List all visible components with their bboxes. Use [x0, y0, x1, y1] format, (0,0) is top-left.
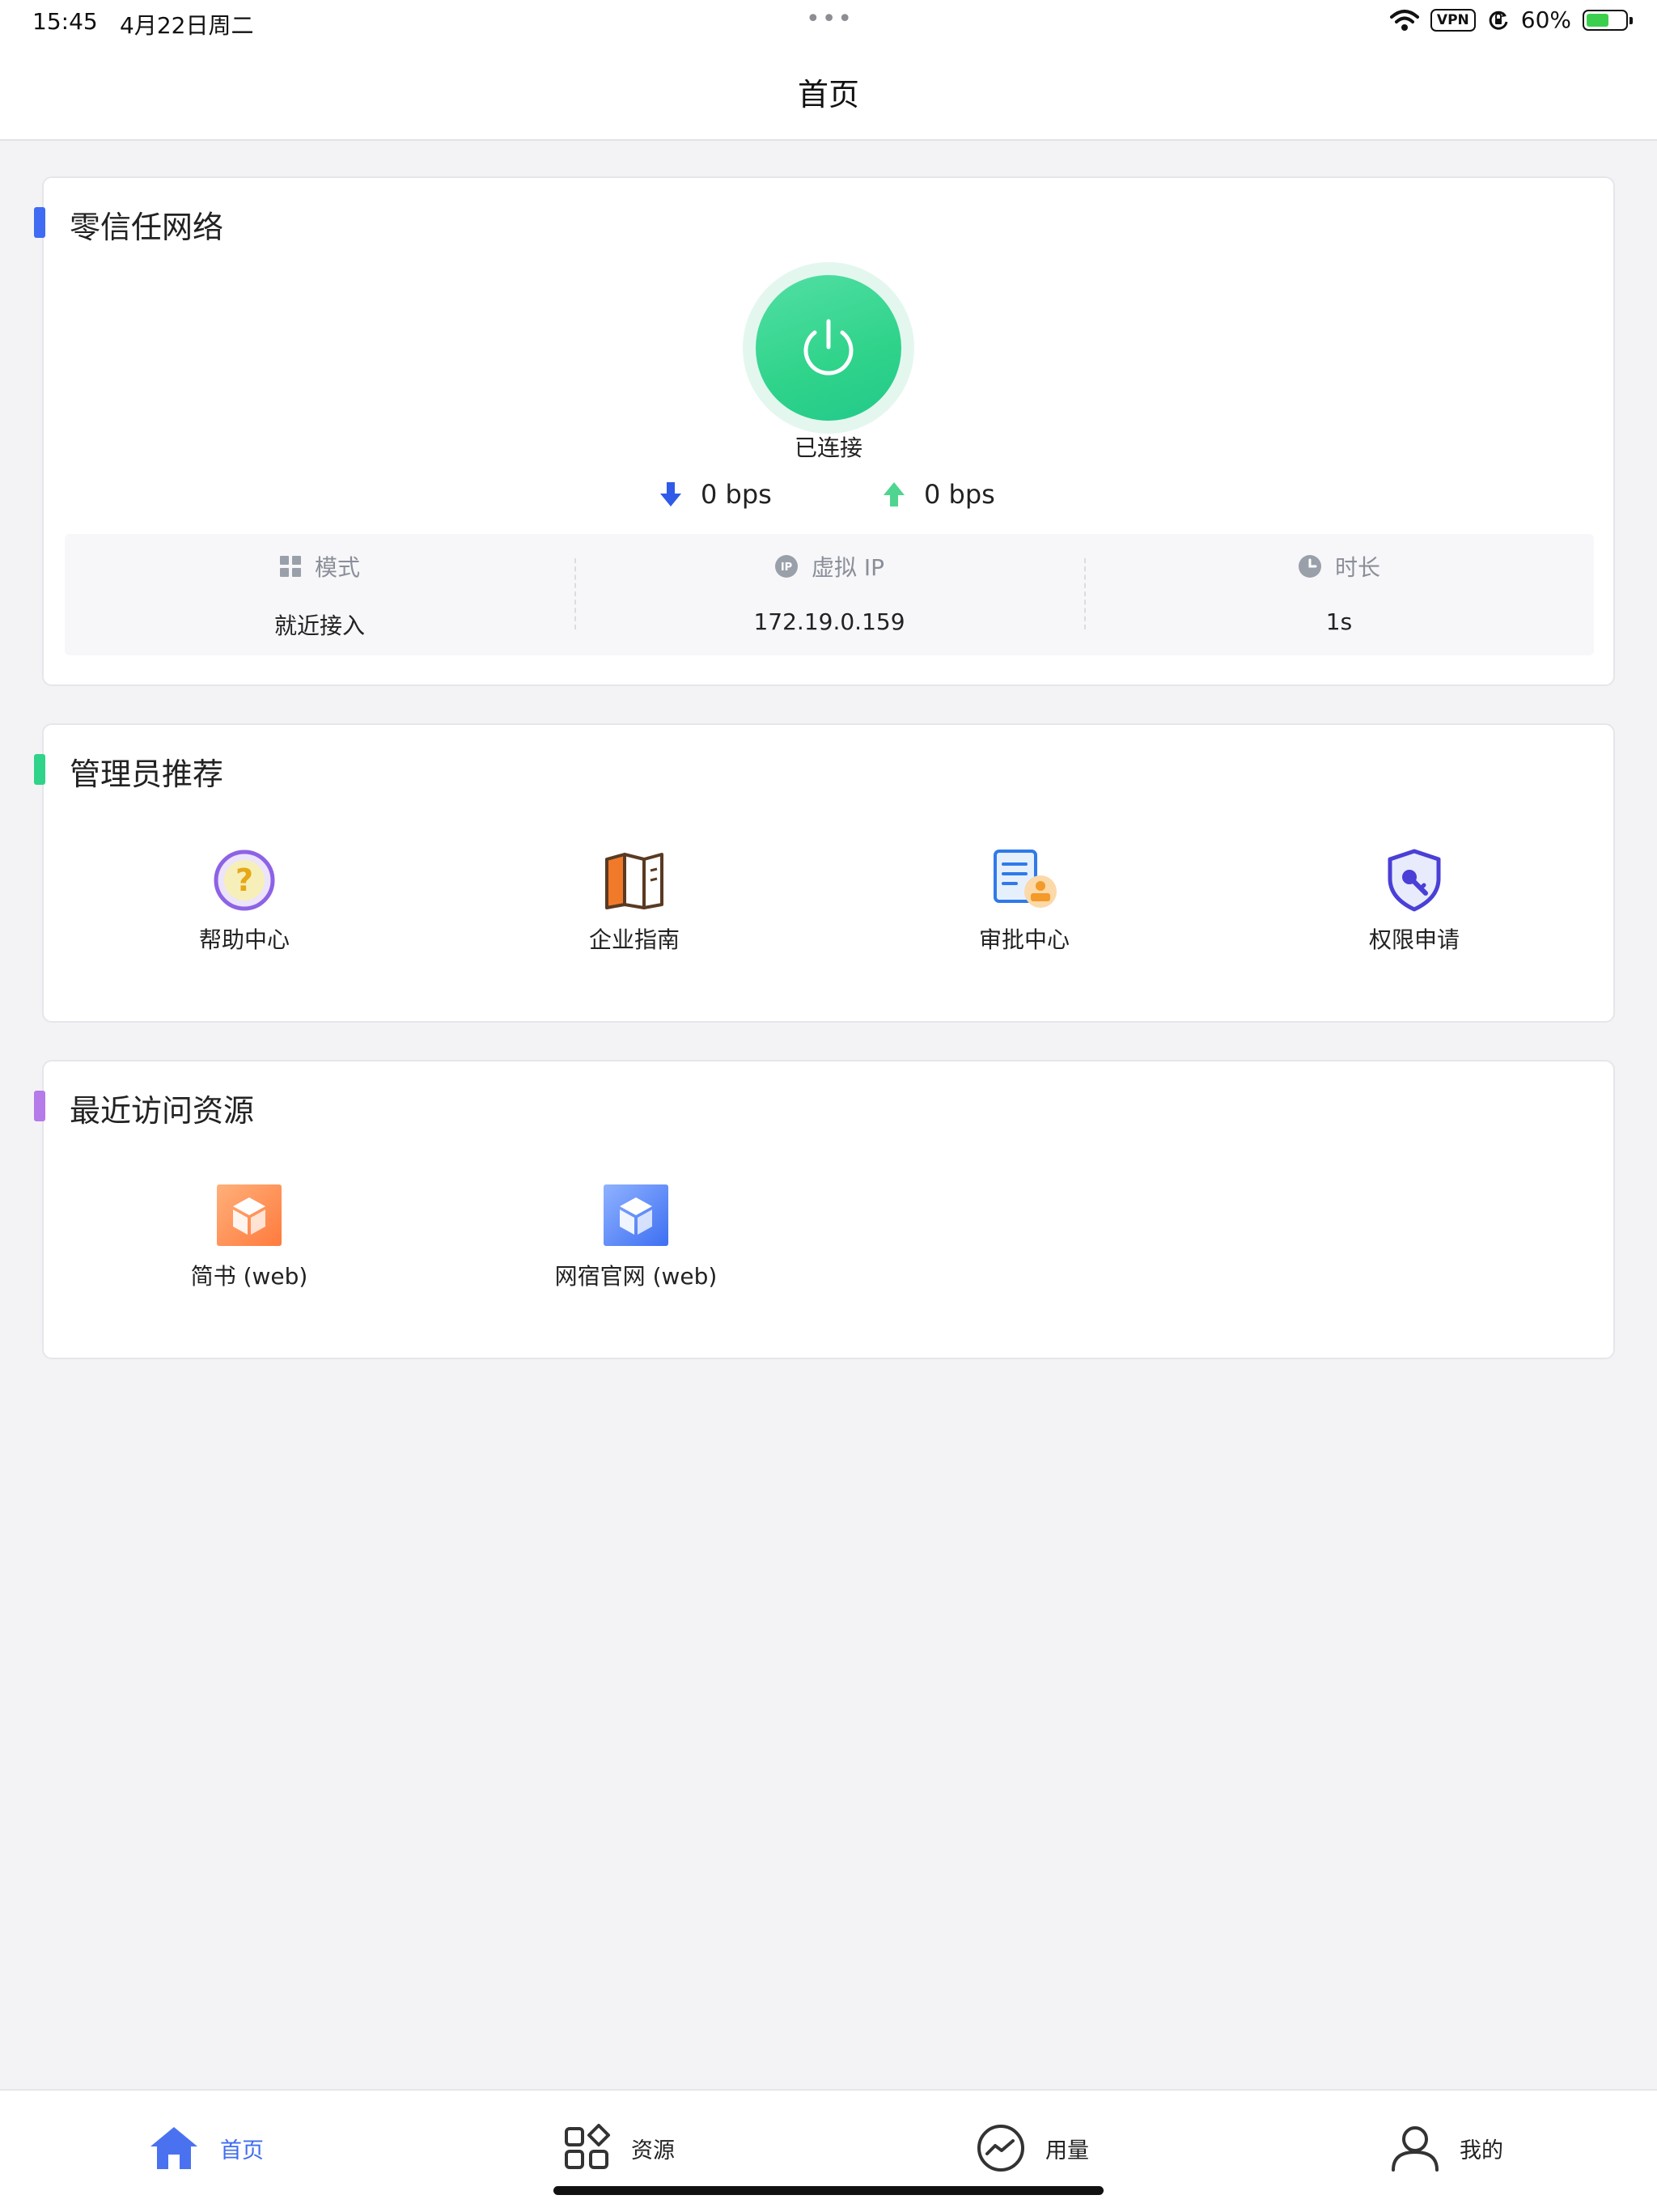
battery-level [1587, 13, 1608, 27]
connect-toggle-button[interactable] [756, 275, 901, 421]
title-marker [34, 207, 45, 238]
usage-icon [977, 2125, 1024, 2172]
item-label: 企业指南 [588, 926, 680, 953]
permission-icon [1388, 849, 1441, 912]
info-duration: 时长 1s [1084, 534, 1594, 655]
connection-info-panel: 模式 就近接入 IP 虚拟 IP 172.19.0.159 时长 1s [65, 534, 1594, 655]
admin-recommend-card: 管理员推荐 ? 帮助中心 企业指南 审批中心 权限申请 [34, 723, 1615, 1023]
status-indicators: VPN 60% [1389, 6, 1633, 33]
grid-icon [279, 556, 301, 577]
page-title: 首页 [797, 77, 859, 112]
recent-resource-item[interactable]: 简书 (web) [152, 1184, 346, 1291]
info-label: 虚拟 IP [811, 554, 885, 581]
tab-usage[interactable]: 用量 [976, 2120, 1089, 2176]
vpn-badge: VPN [1430, 8, 1476, 32]
info-value: 1s [1325, 608, 1353, 635]
tab-profile[interactable]: 我的 [1390, 2120, 1503, 2176]
help-icon: ? [214, 850, 275, 911]
item-label: 审批中心 [978, 926, 1070, 953]
approval-icon [994, 850, 1057, 908]
tab-label: 用量 [1045, 2138, 1089, 2163]
zero-trust-title: 零信任网络 [70, 210, 224, 245]
tab-label: 首页 [220, 2138, 264, 2163]
connection-status: 已连接 [794, 434, 862, 461]
home-indicator[interactable] [553, 2186, 1104, 2195]
item-label: 帮助中心 [198, 926, 290, 953]
wifi-icon [1389, 9, 1419, 31]
battery-icon [1583, 9, 1633, 31]
upload-speed-value: 0 bps [924, 479, 995, 510]
power-icon [803, 319, 854, 375]
help-center-item[interactable]: ? 帮助中心 [147, 848, 341, 955]
info-mode: 模式 就近接入 [65, 534, 574, 655]
cube-orange-icon [217, 1184, 282, 1246]
svg-text:IP: IP [781, 561, 792, 574]
recent-resources-card: 最近访问资源 简书 (web) 网宿官网 (web) [34, 1060, 1615, 1359]
multitasking-dots[interactable]: ••• [806, 5, 854, 33]
ip-icon: IP [774, 555, 798, 578]
tab-label: 资源 [631, 2138, 675, 2163]
info-value: 172.19.0.159 [753, 608, 905, 635]
upload-speed: 0 bps [882, 479, 995, 510]
tab-label: 我的 [1460, 2138, 1503, 2163]
recent-resource-item[interactable]: 网宿官网 (web) [539, 1184, 733, 1291]
zero-trust-card: 零信任网络 已连接 0 bps 0 bps 模式 就近接入 IP 虚拟 IP 1… [34, 176, 1615, 686]
cube-blue-icon [604, 1184, 668, 1246]
power-halo [743, 262, 914, 434]
title-marker [34, 1091, 45, 1121]
navigation-bar: 首页 [0, 45, 1657, 141]
power-area [44, 262, 1613, 434]
admin-recommend-title: 管理员推荐 [70, 756, 224, 792]
info-label: 模式 [314, 554, 360, 581]
orientation-lock-icon [1489, 11, 1508, 30]
download-speed-value: 0 bps [701, 479, 772, 510]
title-marker [34, 754, 45, 785]
info-virtual-ip: IP 虚拟 IP 172.19.0.159 [574, 534, 1084, 655]
info-value: 就近接入 [273, 612, 365, 639]
status-time: 15:45 [32, 8, 98, 35]
info-label: 时长 [1334, 554, 1380, 581]
profile-icon [1392, 2126, 1439, 2172]
item-label: 权限申请 [1368, 926, 1460, 953]
book-icon [605, 853, 663, 909]
approval-center-item[interactable]: 审批中心 [927, 848, 1121, 955]
resources-icon [565, 2124, 610, 2169]
tab-resources[interactable]: 资源 [563, 2120, 675, 2176]
clock-icon [1298, 555, 1321, 578]
status-bar: 15:45 4月22日周二 ••• VPN 60% [0, 0, 1657, 45]
battery-percent: 60% [1520, 6, 1571, 33]
status-date: 4月22日周二 [120, 12, 254, 39]
permission-request-item[interactable]: 权限申请 [1317, 848, 1511, 955]
tab-home[interactable]: 首页 [147, 2120, 264, 2176]
download-speed: 0 bps [659, 479, 772, 510]
download-arrow-icon [660, 482, 681, 506]
item-label: 简书 (web) [190, 1263, 308, 1290]
upload-arrow-icon [884, 482, 905, 506]
recent-resources-title: 最近访问资源 [70, 1093, 255, 1129]
item-label: 网宿官网 (web) [554, 1263, 718, 1290]
svg-text:?: ? [235, 862, 253, 898]
enterprise-guide-item[interactable]: 企业指南 [537, 848, 731, 955]
home-icon [150, 2127, 197, 2169]
